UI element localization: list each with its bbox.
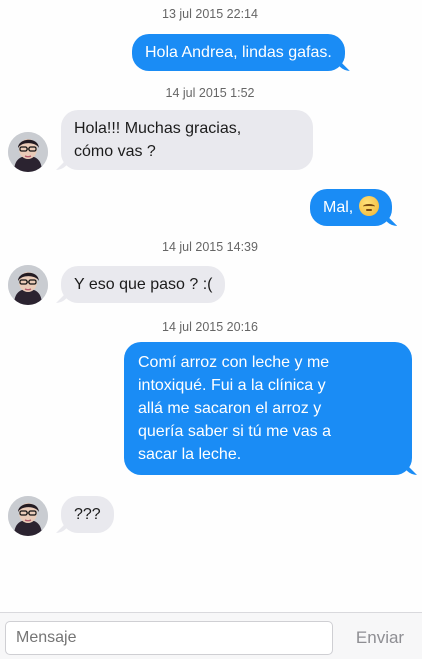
- message-input[interactable]: [5, 621, 333, 655]
- message-line: Comí arroz con leche y me: [138, 354, 330, 371]
- message-line: sacar la leche.: [138, 446, 242, 463]
- pensive-face-emoji-icon: [359, 196, 380, 216]
- timestamp: 13 jul 2015 22:14: [162, 7, 258, 21]
- avatar-woman-glasses-icon: [8, 496, 48, 536]
- outgoing-message[interactable]: Comí arroz con leche y me intoxiqué. Fui…: [124, 342, 412, 475]
- chat-screen: 13 jul 2015 22:14 Hola Andrea, lindas ga…: [0, 0, 422, 659]
- avatar-woman-glasses-icon: [8, 265, 48, 305]
- avatar[interactable]: [8, 265, 48, 305]
- incoming-message[interactable]: Y eso que paso ? :(: [61, 266, 226, 303]
- message-line: intoxiqué. Fui a la clínica y: [138, 377, 326, 394]
- avatar[interactable]: [8, 496, 48, 536]
- message-line: quería saber si tú me vas a: [138, 423, 331, 440]
- avatar-woman-glasses-icon: [8, 132, 48, 172]
- message-composer: Enviar: [0, 612, 422, 659]
- incoming-message[interactable]: ???: [61, 496, 114, 533]
- message-text: Mal,: [323, 199, 354, 216]
- message-line: cómo vas ?: [74, 143, 156, 160]
- message-line: Hola!!! Muchas gracias,: [74, 120, 242, 137]
- timestamp: 14 jul 2015 14:39: [162, 240, 258, 254]
- incoming-message[interactable]: Hola!!! Muchas gracias, cómo vas ?: [61, 110, 313, 170]
- timestamp: 14 jul 2015 20:16: [162, 320, 258, 334]
- outgoing-message[interactable]: Hola Andrea, lindas gafas.: [132, 34, 345, 71]
- message-line: allá me sacaron el arroz y: [138, 400, 322, 417]
- timestamp: 14 jul 2015 1:52: [165, 86, 255, 100]
- avatar[interactable]: [8, 132, 48, 172]
- outgoing-message[interactable]: Mal,: [310, 189, 393, 226]
- send-button[interactable]: Enviar: [340, 621, 420, 655]
